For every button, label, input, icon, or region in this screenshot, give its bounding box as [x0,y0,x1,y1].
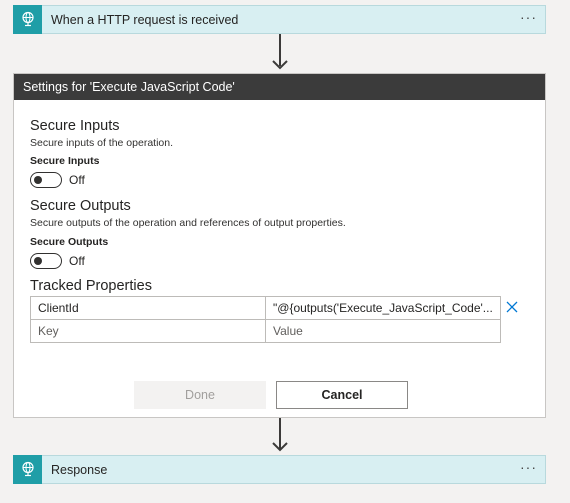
secure-outputs-toggle[interactable]: Off [30,253,85,269]
secure-outputs-label: Secure Outputs [30,236,109,248]
new-key-input[interactable]: Key [30,319,266,343]
tracked-properties-title: Tracked Properties [30,278,152,294]
arrow-down-icon [272,60,288,70]
settings-panel: Settings for 'Execute JavaScript Code' S… [13,73,546,418]
table-row: Key Value [30,319,501,343]
property-key-input[interactable]: ClientId [30,296,266,320]
property-value-input[interactable]: "@{outputs('Execute_JavaScript_Code'... [265,296,501,320]
trigger-title: When a HTTP request is received [51,12,239,27]
toggle-knob [34,175,42,184]
secure-inputs-label: Secure Inputs [30,155,100,167]
globe-request-icon [13,4,42,34]
secure-inputs-title: Secure Inputs [30,118,120,134]
tracked-properties-table: ClientId "@{outputs('Execute_JavaScript_… [30,296,501,343]
more-options-button[interactable]: ··· [520,460,537,477]
action-card-response[interactable]: Response ··· [13,454,546,484]
trigger-card-http-request[interactable]: When a HTTP request is received ··· [13,4,546,34]
globe-request-icon [13,454,42,484]
response-title: Response [51,462,108,477]
toggle-switch[interactable] [30,253,62,269]
secure-outputs-title: Secure Outputs [30,198,131,214]
new-value-input[interactable]: Value [265,319,501,343]
arrow-down-icon [272,442,288,452]
toggle-state-label: Off [69,254,85,268]
secure-inputs-toggle[interactable]: Off [30,172,85,188]
table-row: ClientId "@{outputs('Execute_JavaScript_… [30,296,501,320]
toggle-knob [34,256,42,265]
secure-outputs-description: Secure outputs of the operation and refe… [30,217,346,229]
toggle-state-label: Off [69,173,85,187]
settings-header: Settings for 'Execute JavaScript Code' [14,74,545,100]
cancel-button[interactable]: Cancel [276,381,408,409]
done-button[interactable]: Done [134,381,266,409]
toggle-switch[interactable] [30,172,62,188]
secure-inputs-description: Secure inputs of the operation. [30,137,174,149]
more-options-button[interactable]: ··· [520,10,537,27]
close-icon[interactable] [506,301,518,313]
